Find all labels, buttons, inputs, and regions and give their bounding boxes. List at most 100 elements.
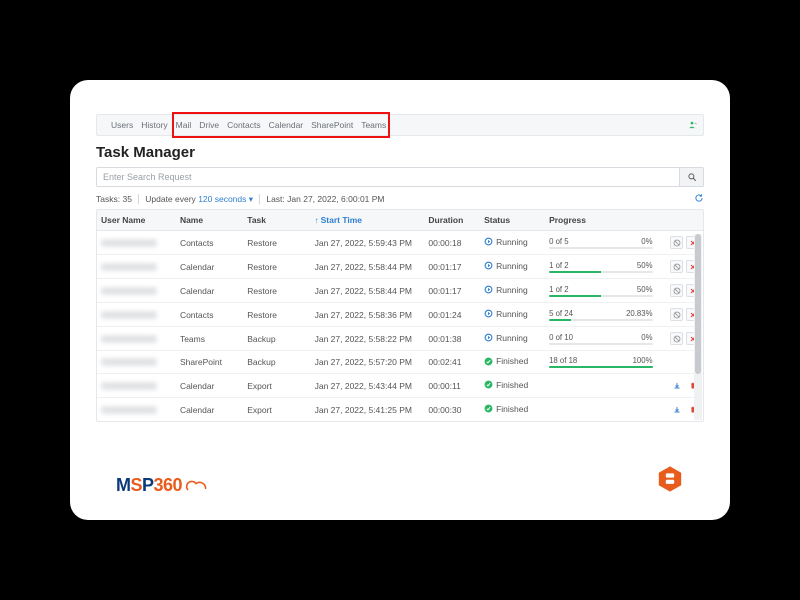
cell-start: Jan 27, 2022, 5:59:43 PM (311, 231, 425, 255)
cell-progress: 0 of 50% (545, 231, 656, 255)
cell-name: Calendar (176, 279, 243, 303)
brand-logo-badge (656, 465, 684, 498)
cell-status: Finished (480, 398, 545, 422)
cell-name: Contacts (176, 231, 243, 255)
user-name-blurred (101, 358, 157, 366)
cell-duration: 00:02:41 (424, 351, 480, 374)
nav-history[interactable]: History (141, 120, 167, 130)
user-name-blurred (101, 239, 157, 247)
cell-start: Jan 27, 2022, 5:43:44 PM (311, 374, 425, 398)
cell-progress: 18 of 18100% (545, 351, 656, 374)
cell-duration: 00:00:11 (424, 374, 480, 398)
stop-button[interactable] (670, 332, 683, 345)
search-input[interactable] (97, 168, 679, 186)
nav-drive[interactable]: Drive (199, 120, 219, 130)
nav-contacts[interactable]: Contacts (227, 120, 261, 130)
col-duration[interactable]: Duration (424, 210, 480, 231)
cell-task: Restore (243, 231, 310, 255)
col-status[interactable]: Status (480, 210, 545, 231)
stop-button[interactable] (670, 236, 683, 249)
nav-teams[interactable]: Teams (361, 120, 386, 130)
cell-start: Jan 27, 2022, 5:58:44 PM (311, 255, 425, 279)
table-row: CalendarRestoreJan 27, 2022, 5:58:44 PM0… (97, 255, 703, 279)
last-time: Jan 27, 2022, 6:00:01 PM (287, 194, 384, 204)
cell-duration: 00:01:38 (424, 327, 480, 351)
table-row: SharePointBackupJan 27, 2022, 5:57:20 PM… (97, 351, 703, 374)
cell-progress: 0 of 100% (545, 327, 656, 351)
cell-task: Export (243, 374, 310, 398)
cell-duration: 00:01:24 (424, 303, 480, 327)
meta-row: Tasks: 35 │ Update every 120 seconds ▾ │… (96, 193, 704, 205)
cell-status: Running (480, 231, 545, 255)
cell-status: Finished (480, 374, 545, 398)
cell-name: Calendar (176, 374, 243, 398)
user-name-blurred (101, 311, 157, 319)
search-button[interactable] (679, 168, 703, 186)
cell-duration: 00:00:30 (424, 398, 480, 422)
cell-start: Jan 27, 2022, 5:58:44 PM (311, 279, 425, 303)
sort-asc-icon: ↑ (315, 216, 319, 225)
col-progress[interactable]: Progress (545, 210, 656, 231)
user-name-blurred (101, 335, 157, 343)
user-menu[interactable] (687, 120, 697, 130)
nav-users[interactable]: Users (111, 120, 133, 130)
cell-task: Restore (243, 255, 310, 279)
cell-task: Backup (243, 351, 310, 374)
cell-duration: 00:00:18 (424, 231, 480, 255)
cell-duration: 00:01:17 (424, 279, 480, 303)
tasks-label: Tasks: (96, 194, 120, 204)
cell-status: Running (480, 327, 545, 351)
cell-progress: 5 of 2420.83% (545, 303, 656, 327)
search-bar (96, 167, 704, 187)
task-table: User Name Name Task ↑Start Time Duration… (96, 209, 704, 422)
download-button[interactable] (670, 379, 683, 392)
cell-status: Running (480, 279, 545, 303)
col-start[interactable]: ↑Start Time (311, 210, 425, 231)
cell-name: Calendar (176, 255, 243, 279)
cell-progress (545, 374, 656, 398)
last-label: Last: (266, 194, 284, 204)
cell-progress: 1 of 250% (545, 255, 656, 279)
cell-task: Backup (243, 327, 310, 351)
cell-task: Restore (243, 303, 310, 327)
col-user[interactable]: User Name (97, 210, 176, 231)
cell-name: SharePoint (176, 351, 243, 374)
update-interval[interactable]: 120 seconds ▾ (198, 194, 253, 205)
nav-calendar[interactable]: Calendar (269, 120, 304, 130)
col-name[interactable]: Name (176, 210, 243, 231)
cell-status: Running (480, 255, 545, 279)
cell-progress: 1 of 250% (545, 279, 656, 303)
cell-start: Jan 27, 2022, 5:58:22 PM (311, 327, 425, 351)
stop-button[interactable] (670, 260, 683, 273)
user-name-blurred (101, 263, 157, 271)
tasks-count: 35 (122, 194, 131, 204)
stop-button[interactable] (670, 284, 683, 297)
page-title: Task Manager (96, 144, 704, 161)
refresh-icon[interactable] (694, 193, 704, 205)
user-name-blurred (101, 287, 157, 295)
app-window: UsersHistoryMailDriveContactsCalendarSha… (70, 80, 730, 520)
cell-start: Jan 27, 2022, 5:41:25 PM (311, 398, 425, 422)
nav-mail[interactable]: Mail (176, 120, 192, 130)
cell-duration: 00:01:17 (424, 255, 480, 279)
stop-button[interactable] (670, 308, 683, 321)
cell-status: Finished (480, 351, 545, 374)
user-name-blurred (101, 382, 157, 390)
cell-status: Running (480, 303, 545, 327)
download-button[interactable] (670, 403, 683, 416)
table-row: TeamsBackupJan 27, 2022, 5:58:22 PM00:01… (97, 327, 703, 351)
cell-task: Export (243, 398, 310, 422)
table-row: CalendarExportJan 27, 2022, 5:43:44 PM00… (97, 374, 703, 398)
cell-start: Jan 27, 2022, 5:58:36 PM (311, 303, 425, 327)
table-row: CalendarRestoreJan 27, 2022, 5:58:44 PM0… (97, 279, 703, 303)
cell-name: Calendar (176, 398, 243, 422)
col-task[interactable]: Task (243, 210, 310, 231)
cell-name: Contacts (176, 303, 243, 327)
table-row: ContactsRestoreJan 27, 2022, 5:58:36 PM0… (97, 303, 703, 327)
table-row: ContactsRestoreJan 27, 2022, 5:59:43 PM0… (97, 231, 703, 255)
nav-sharepoint[interactable]: SharePoint (311, 120, 353, 130)
table-row: CalendarExportJan 27, 2022, 5:41:25 PM00… (97, 398, 703, 422)
table-header-row: User Name Name Task ↑Start Time Duration… (97, 210, 703, 231)
scrollbar-thumb[interactable] (695, 234, 701, 374)
scrollbar[interactable] (694, 234, 702, 420)
